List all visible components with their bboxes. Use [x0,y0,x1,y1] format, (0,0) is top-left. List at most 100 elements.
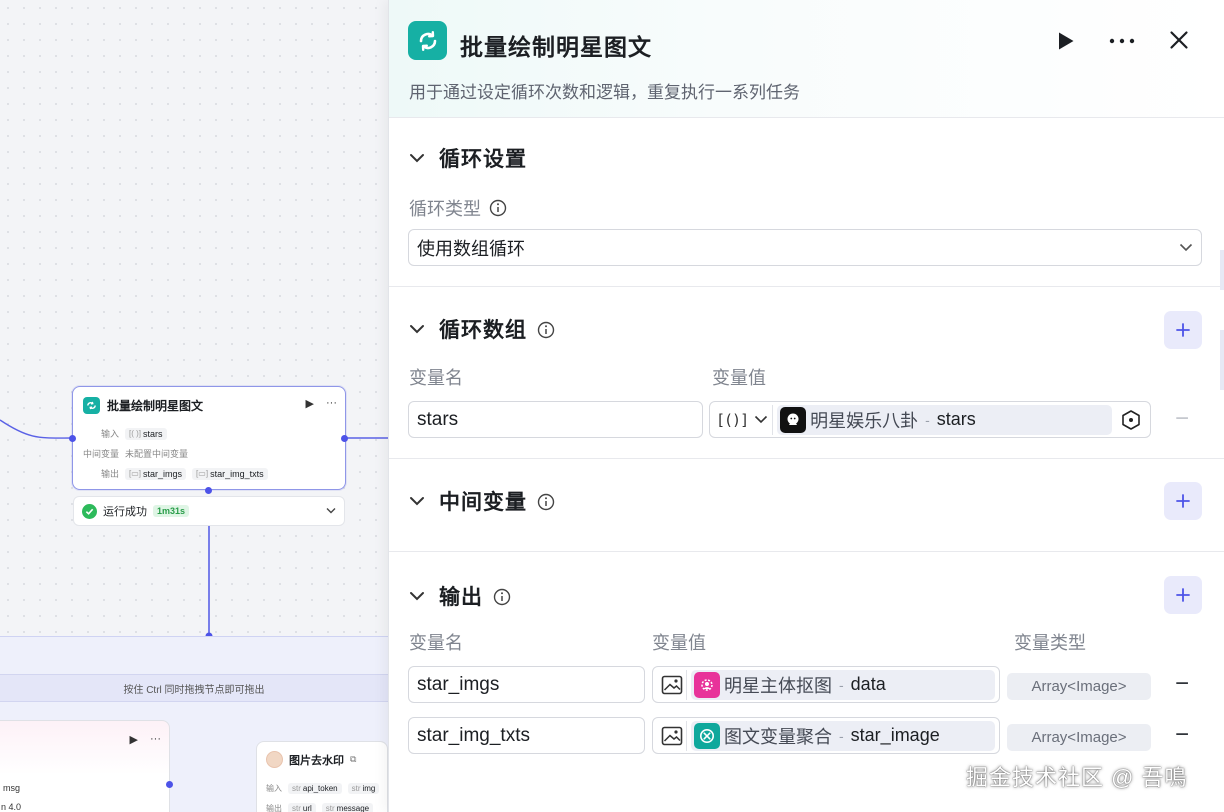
output-tag: str message [321,803,374,812]
more-icon[interactable]: ··· [150,733,161,746]
remove-row-button[interactable]: − [1172,672,1192,696]
watermark-node-card[interactable]: 图片去水印 ⧉ 输入 str api_token str img 输出 str url… [256,741,388,812]
gossip-plugin-icon [780,406,807,433]
version-fragment: n 4.0 [1,802,22,812]
column-var-name: 变量名 [409,633,463,653]
chevron-down-icon[interactable] [409,153,425,163]
success-check-icon [82,503,97,519]
loop-node-title: 批量绘制明星图文 [107,399,204,413]
column-var-value: 变量值 [652,633,706,653]
panel-description: 用于通过设定循环次数和逻辑，重复执行一系列任务 [409,83,800,102]
inner-node-card[interactable]: ▶ ··· msg n 4.0 [0,720,170,812]
loop-type-label: 循环类型 [409,195,507,221]
output-type-pill: Array<Image> [1007,673,1151,700]
panel-header: 批量绘制明星图文 用于通过设定循环次数和逻辑，重复执行一系列任务 [389,0,1224,118]
doc-icon: ⧉ [350,754,357,764]
output-var-value-field[interactable]: 图文变量聚合 - star_image [652,717,1000,754]
close-icon [1170,31,1188,49]
close-button[interactable] [1167,28,1191,52]
run-button[interactable] [1055,30,1077,52]
panel-title[interactable]: 批量绘制明星图文 [460,28,652,62]
loop-array-title: 循环数组 [439,319,527,342]
array-type-icon: [()] [716,410,749,429]
loop-array-header[interactable]: 循环数组 [409,314,555,344]
more-icon [1109,38,1135,44]
run-status-label: 运行成功 [103,506,147,518]
loop-icon [83,397,100,414]
chevron-down-icon[interactable] [409,591,425,601]
output-title: 输出 [439,586,483,609]
output-port[interactable] [166,781,173,788]
remove-row-button[interactable]: − [1172,407,1192,431]
remove-row-button[interactable]: − [1172,723,1192,747]
chevron-down-icon [1179,243,1193,252]
run-status-bar[interactable]: 运行成功 1m31s [73,496,345,526]
canvas-edge-hint [1220,250,1224,290]
output-var-name-input[interactable]: star_img_txts [408,717,645,754]
value-type-toggle[interactable]: [()] [714,404,774,435]
output-tag: [▭] star_img_txts [192,467,268,480]
divider [389,458,1224,459]
loop-node-card[interactable]: 批量绘制明星图文 ▶ ··· 输入 [( )] stars 中间变量 未配置中间变… [72,386,346,490]
variable-reference-chip[interactable]: 图文变量聚合 - star_image [691,720,995,751]
input-tag: str api_token [288,783,342,794]
add-loop-array-button[interactable] [1164,311,1202,349]
output-type-pill: Array<Image> [1007,724,1151,751]
input-label: 输入 [266,784,282,793]
input-label: 输入 [101,429,120,439]
run-time-badge: 1m31s [153,505,190,517]
info-icon[interactable] [493,587,511,606]
more-icon[interactable]: ··· [326,397,337,410]
output-var-name-input[interactable]: star_imgs [408,666,645,703]
chevron-down-icon[interactable] [326,506,336,516]
output-var-value-field[interactable]: 明星主体抠图 - data [652,666,1000,703]
output-label: 输出 [101,469,120,479]
output-header[interactable]: 输出 [409,581,511,611]
mid-label: 中间变量 [83,449,120,459]
info-icon[interactable] [537,492,555,511]
output-tag: str url [288,803,316,812]
aggregate-icon [694,722,720,749]
chevron-down-icon[interactable] [409,324,425,334]
edge-into-loop [0,419,73,439]
input-tag: str img [347,783,380,794]
loop-settings-header[interactable]: 循环设置 [409,143,527,173]
loop-type-value: 使用数组循环 [417,238,525,259]
avatar-icon [266,751,283,768]
cutout-plugin-icon [694,671,720,698]
mid-vars-header[interactable]: 中间变量 [409,486,555,516]
loop-var-value-field[interactable]: [()] 明星娱乐八卦 - stars [709,401,1151,438]
chevron-down-icon[interactable] [409,496,425,506]
node-config-panel: 批量绘制明星图文 用于通过设定循环次数和逻辑，重复执行一系列任务 循环设置 循环… [388,0,1224,812]
play-icon[interactable]: ▶ [130,733,138,746]
info-icon[interactable] [489,199,507,217]
chevron-down-icon [755,415,768,424]
variable-reference-chip[interactable]: 明星娱乐八卦 - stars [777,404,1112,435]
variable-reference-chip[interactable]: 明星主体抠图 - data [691,669,995,700]
mid-value: 未配置中间变量 [125,449,189,459]
more-button[interactable] [1107,30,1137,52]
column-var-type: 变量类型 [1014,633,1086,653]
divider [389,286,1224,287]
source-watermark: 掘金技术社区 @ 吾鳴 [966,765,1188,790]
body-port[interactable] [205,487,212,494]
plus-icon [1176,323,1190,337]
input-port[interactable] [69,435,76,442]
plus-icon [1176,494,1190,508]
play-icon[interactable]: ▶ [306,397,314,410]
image-type-icon[interactable] [657,720,687,751]
loop-var-name-input[interactable]: stars [408,401,703,438]
divider [389,551,1224,552]
column-var-name: 变量名 [409,368,463,388]
settings-hex-icon[interactable] [1116,409,1146,431]
column-var-value: 变量值 [712,368,766,388]
loop-settings-title: 循环设置 [439,148,527,171]
add-output-button[interactable] [1164,576,1202,614]
mid-vars-title: 中间变量 [439,491,527,514]
image-type-icon[interactable] [657,669,687,700]
loop-type-select[interactable]: 使用数组循环 [408,229,1202,266]
drag-hint-bar: 按住 Ctrl 同时拖拽节点即可拖出 [0,674,388,702]
add-mid-var-button[interactable] [1164,482,1202,520]
output-port[interactable] [341,435,348,442]
info-icon[interactable] [537,320,555,339]
